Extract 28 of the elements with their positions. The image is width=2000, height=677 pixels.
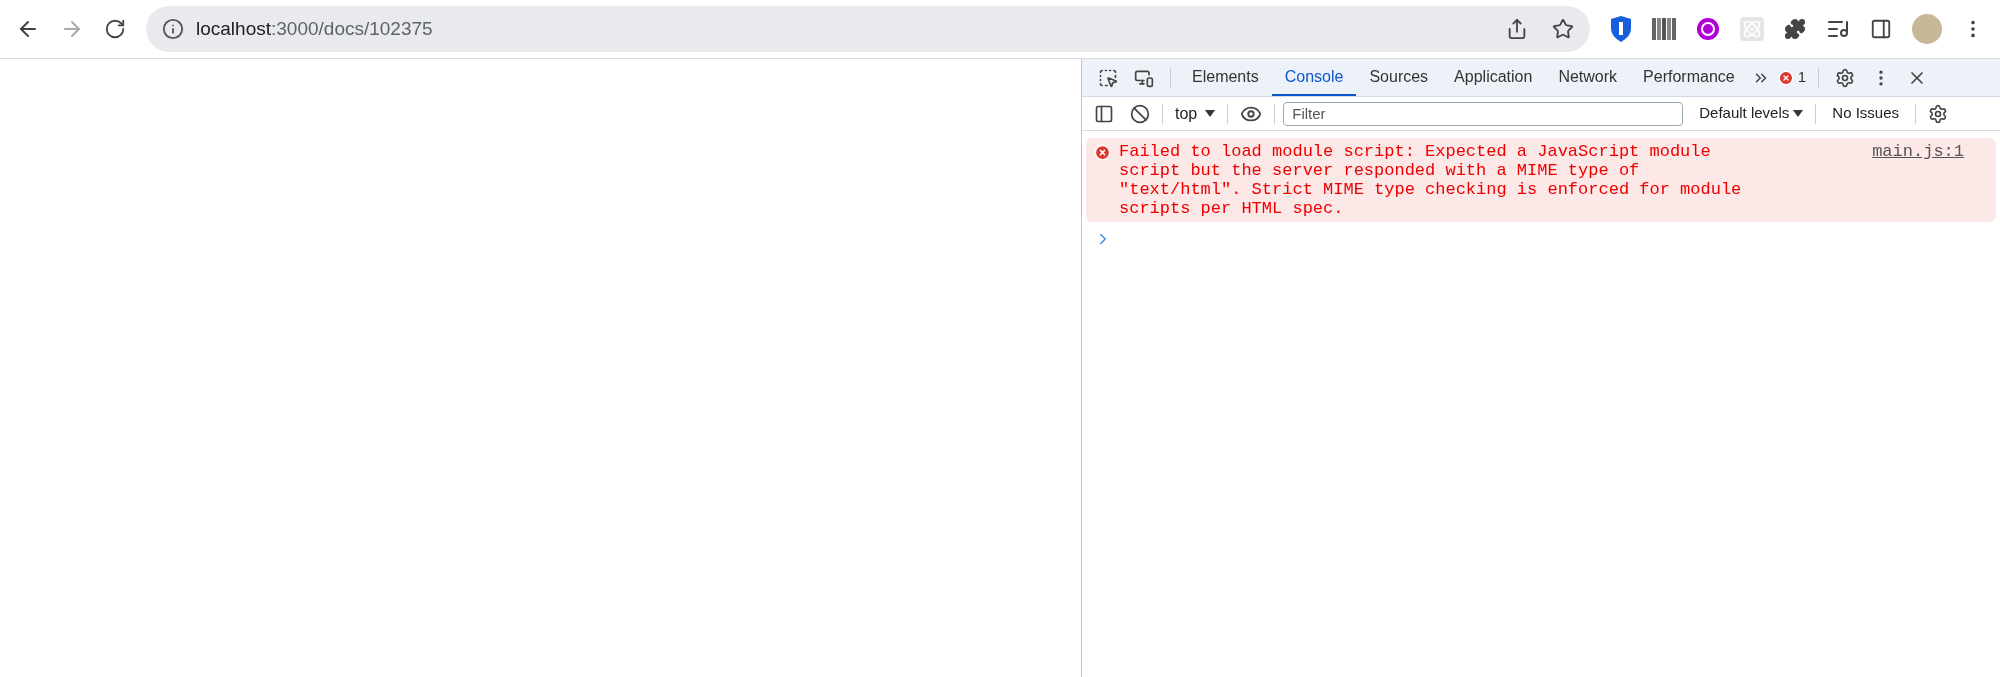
devtools-tab[interactable]: Network [1545,59,1631,96]
caret-icon [1793,110,1804,117]
striped-logo-icon[interactable] [1652,18,1676,40]
star-icon[interactable] [1552,18,1574,40]
side-panel-icon[interactable] [1870,18,1892,40]
shield-icon[interactable] [1610,16,1632,42]
source-link[interactable]: main.js:1 [1872,142,1964,161]
caret-icon [1205,110,1216,117]
address-bar[interactable]: localhost:3000/docs/102375 [146,6,1590,52]
puzzle-icon[interactable] [1784,18,1806,40]
context-dropdown[interactable]: top [1171,101,1220,126]
filter-field[interactable]: Filter [1283,101,1684,126]
error-count[interactable]: 1 [1773,66,1810,89]
devtools-tab[interactable]: Console [1271,59,1357,96]
share-icon[interactable] [1506,18,1528,40]
devtools-tab[interactable]: Sources [1356,59,1442,96]
error-icon [1094,144,1111,161]
devtools-tab[interactable]: Elements [1179,59,1272,96]
issues-button[interactable]: No Issues [1824,102,1907,125]
devtools-tab[interactable]: Application [1441,59,1546,96]
url-text: localhost:3000/docs/102375 [196,16,434,41]
devtools-tab[interactable]: Performance [1630,59,1748,96]
error-icon [1777,69,1794,86]
ring-logo-icon[interactable] [1696,17,1720,41]
info-icon [162,18,184,40]
levels-dropdown[interactable]: Default levels [1695,102,1808,125]
reload-icon[interactable] [104,18,126,40]
message-text: Failed to load module script: Expected a JavaScript module script but the server responded with a MIME type of "text/html". Strict MIME type checking is enforced for module scripts per HTML spec. [1119,142,1743,218]
